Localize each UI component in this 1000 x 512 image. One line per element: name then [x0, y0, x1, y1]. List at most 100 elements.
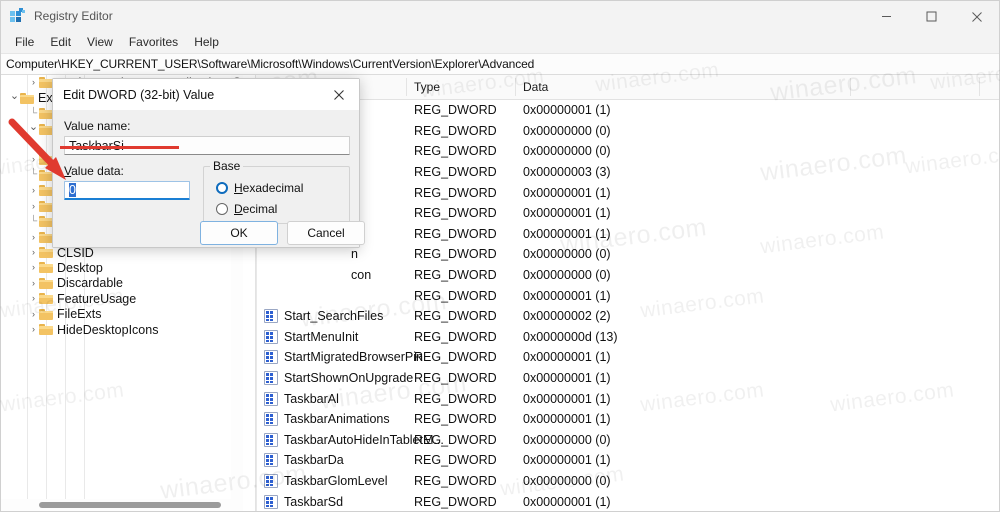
chevron-right-icon[interactable]: › [28, 78, 39, 87]
address-bar[interactable]: Computer\HKEY_CURRENT_USER\Software\Micr… [1, 53, 999, 75]
tree-elbow: └ [29, 169, 38, 181]
dialog-body: Value name: TaskbarSi Value data: 0 Base… [53, 110, 365, 247]
table-row[interactable]: REG_DWORD 0x00000000 (0) [256, 121, 999, 142]
value-name-text: TaskbarAnimations [284, 412, 390, 427]
table-row[interactable]: StartMigratedBrowserPin REG_DWORD 0x000000… [256, 347, 999, 368]
value-name-cell: StartShownOnUpgrade [264, 371, 413, 386]
menu-item-view[interactable]: View [79, 33, 121, 51]
table-row[interactable]: TaskbarAl REG_DWORD 0x00000001 (1) [256, 388, 999, 409]
edit-dword-dialog: Edit DWORD (32-bit) Value Value name: Ta… [52, 78, 365, 248]
table-row[interactable]: con REG_DWORD 0x00000000 (0) [256, 265, 999, 286]
value-data-cell: 0x00000000 (0) [523, 268, 611, 283]
reg-dword-icon [264, 494, 278, 509]
reg-dword-icon [264, 309, 278, 324]
value-type-cell: REG_DWORD [414, 144, 497, 159]
menu-bar: File Edit View Favorites Help [1, 31, 999, 53]
close-icon[interactable] [954, 1, 999, 32]
folder-icon [39, 216, 53, 228]
chevron-right-icon[interactable]: › [28, 294, 39, 303]
table-row[interactable]: TaskbarDa REG_DWORD 0x00000001 (1) [256, 450, 999, 471]
table-row[interactable]: TaskbarGlomLevel REG_DWORD 0x00000000 (0) [256, 471, 999, 492]
table-row[interactable]: REG_DWORD 0x00000001 (1) [256, 224, 999, 245]
value-type-cell: REG_DWORD [414, 329, 497, 344]
dialog-title-bar: Edit DWORD (32-bit) Value [53, 79, 359, 110]
table-row[interactable]: elREG_DWORD0x00000003 (3) [256, 162, 999, 183]
table-row[interactable]: REG_DWORD 0x00000001 (1) [256, 182, 999, 203]
value-data-input[interactable]: 0 [64, 181, 190, 200]
table-row[interactable]: TaskbarAutoHideInTabletM... REG_DWORD 0x00… [256, 430, 999, 451]
value-data-cell: 0x00000001 (1) [523, 412, 611, 427]
menu-item-favorites[interactable]: Favorites [121, 33, 186, 51]
value-data-cell: 0x00000000 (0) [523, 473, 611, 488]
tree-item-desktop[interactable]: › Desktop [1, 260, 255, 275]
tree-item-featureusage[interactable]: › FeatureUsage [1, 291, 255, 306]
registry-values-pane[interactable]: Name Type Data REG_DWORD0x00000001 (1)RE… [256, 75, 999, 511]
table-row[interactable]: TaskbarAnimations REG_DWORD 0x00000001 (1) [256, 409, 999, 430]
folder-icon [39, 293, 53, 305]
cancel-button[interactable]: Cancel [287, 221, 365, 245]
value-data-cell: 0x00000000 (0) [523, 123, 611, 138]
value-name-text: StartMigratedBrowserPin [284, 350, 423, 365]
chevron-right-icon[interactable]: › [28, 201, 39, 211]
value-type-cell: REG_DWORD [414, 185, 497, 200]
chevron-right-icon[interactable]: › [28, 155, 39, 164]
value-data-cell: 0x00000001 (1) [523, 103, 611, 118]
minimize-icon[interactable] [864, 1, 909, 32]
folder-icon [39, 185, 53, 197]
column-header-type[interactable]: Type [414, 80, 440, 94]
reg-dword-icon [264, 391, 278, 406]
value-name-text: con [351, 268, 372, 283]
folder-icon [39, 77, 53, 89]
registry-values-list[interactable]: REG_DWORD 0x00000001 (1) REG_DWORD 0x000000… [256, 100, 999, 511]
chevron-down-icon[interactable]: ⌄ [9, 90, 20, 102]
table-row[interactable]: REG_DWORD 0x00000001 (1) [256, 203, 999, 224]
table-row[interactable]: TaskbarSd REG_DWORD 0x00000001 (1) [256, 491, 999, 511]
menu-item-file[interactable]: File [7, 33, 42, 51]
chevron-right-icon[interactable]: › [28, 248, 39, 257]
table-row[interactable]: StartMenuInit REG_DWORD 0x0000000d (13) [256, 327, 999, 348]
chevron-right-icon[interactable]: › [28, 186, 39, 195]
chevron-right-icon[interactable]: › [28, 278, 39, 288]
radio-hexadecimal[interactable]: Hexadecimal [216, 181, 303, 195]
value-name-cell: TaskbarAnimations [264, 412, 390, 427]
reg-dword-icon [264, 453, 278, 468]
chevron-right-icon[interactable]: › [28, 232, 39, 242]
value-type-cell: REG_DWORD [414, 103, 497, 118]
value-type-cell: REG_DWORD [414, 123, 497, 138]
value-data-cell: 0x00000000 (0) [523, 247, 611, 262]
table-row[interactable]: StartShownOnUpgrade REG_DWORD 0x00000001 (… [256, 368, 999, 389]
folder-icon [39, 154, 53, 166]
table-row[interactable]: Start_SearchFiles REG_DWORD 0x00000002 (2) [256, 306, 999, 327]
table-row[interactable]: n REG_DWORD 0x00000000 (0) [256, 244, 999, 265]
maximize-icon[interactable] [909, 1, 954, 32]
value-data-cell: 0x00000001 (1) [523, 350, 611, 365]
ok-button[interactable]: OK [200, 221, 278, 245]
table-row[interactable]: REG_DWORD 0x00000000 (0) [256, 141, 999, 162]
value-name-cell: StartMigratedBrowserPin [264, 350, 423, 365]
table-row[interactable]: REG_DWORD 0x00000001 (1) [256, 285, 999, 306]
chevron-right-icon[interactable]: › [28, 263, 39, 272]
menu-item-edit[interactable]: Edit [42, 33, 79, 51]
chevron-down-icon[interactable]: ⌄ [28, 121, 39, 133]
column-header-data[interactable]: Data [523, 80, 548, 94]
value-name-cell: TaskbarAl [264, 391, 339, 406]
radio-decimal[interactable]: Decimal [216, 202, 277, 216]
menu-item-help[interactable]: Help [186, 33, 227, 51]
tree-item-hidedesktopicons[interactable]: › HideDesktopIcons [1, 322, 255, 337]
value-data-cell: 0x00000002 (2) [523, 309, 611, 324]
dialog-close-icon[interactable] [319, 79, 359, 110]
value-type-cell: REG_DWORD [414, 432, 497, 447]
value-data-cell: 0x0000000d (13) [523, 329, 618, 344]
value-data-cell: 0x00000000 (0) [523, 144, 611, 159]
value-name-text: TaskbarSd [284, 494, 344, 509]
tree-item-discardable[interactable]: › Discardable [1, 276, 255, 291]
table-row[interactable]: REG_DWORD 0x00000001 (1) [256, 100, 999, 121]
value-name-cell: n [351, 247, 358, 261]
tree-item-label: FeatureUsage [57, 291, 137, 306]
tree-horizontal-scrollbar[interactable] [1, 499, 243, 511]
dialog-title: Edit DWORD (32-bit) Value [63, 87, 215, 102]
folder-icon [39, 108, 53, 120]
chevron-right-icon[interactable]: › [28, 325, 39, 334]
chevron-right-icon[interactable]: › [28, 309, 39, 319]
tree-item-fileexts[interactable]: › FileExts [1, 307, 255, 322]
